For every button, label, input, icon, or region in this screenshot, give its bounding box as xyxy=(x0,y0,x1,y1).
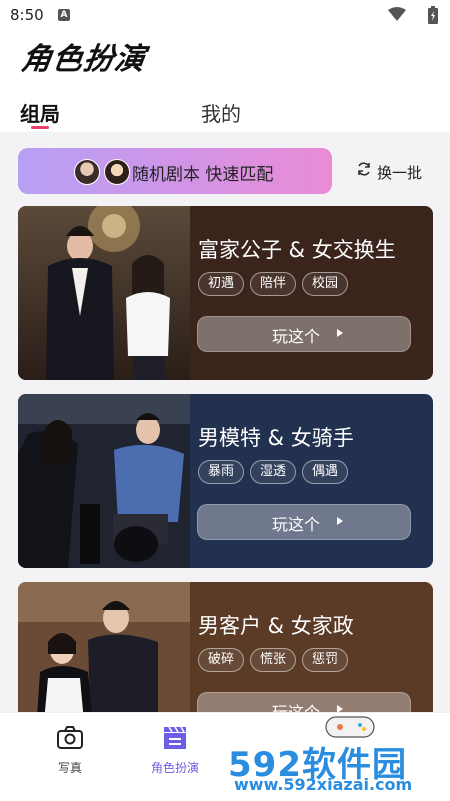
nav-item-roleplay[interactable]: 角色扮演 xyxy=(130,713,220,783)
play-icon xyxy=(337,329,343,337)
refresh-label: 换一批 xyxy=(377,164,423,182)
random-match-label: 随机剧本 快速匹配 xyxy=(132,165,274,185)
tab-bar: 组局 我的 xyxy=(0,94,450,132)
tag: 慌张 xyxy=(250,648,297,672)
watermark-url: www.592xiazai.com xyxy=(234,775,413,794)
status-bar: 8:50 A xyxy=(0,0,450,30)
scenario-card[interactable]: 富家公子 & 女交换生 初遇 陪伴 校园 玩这个 xyxy=(18,206,433,380)
status-time: 8:50 xyxy=(10,6,44,24)
card-image xyxy=(18,582,190,712)
tag-list: 破碎 慌张 惩罚 xyxy=(198,648,354,672)
tag: 湿透 xyxy=(250,460,297,484)
tag: 陪伴 xyxy=(250,272,297,296)
nav-label: 写真 xyxy=(57,761,82,775)
battery-icon xyxy=(428,6,438,24)
tag: 初遇 xyxy=(198,272,245,296)
scenario-card[interactable]: 男客户 & 女家政 破碎慌张惩罚 玩这个 xyxy=(18,582,433,712)
play-label: 玩这个 xyxy=(272,327,321,346)
tag: 破碎 xyxy=(198,648,245,672)
notification-icon: A xyxy=(58,9,70,21)
scenario-card[interactable]: 男模特 & 女骑手 暴雨 湿透 偶遇 玩这个 xyxy=(18,394,433,568)
tag: 校园 xyxy=(302,272,349,296)
card-title: 男客户 & 女家政 xyxy=(198,614,354,638)
play-button[interactable]: 玩这个 xyxy=(197,316,411,352)
tag: 惩罚 xyxy=(302,648,349,672)
tag: 暴雨 xyxy=(198,460,245,484)
card-image xyxy=(18,206,190,380)
card-title: 男模特 & 女骑手 xyxy=(198,426,354,450)
nav-label: 角色扮演 xyxy=(150,761,199,775)
play-button[interactable]: 玩这个 xyxy=(197,504,411,540)
clapperboard-icon xyxy=(164,726,186,749)
avatar xyxy=(104,159,130,185)
refresh-icon xyxy=(358,162,370,176)
play-icon xyxy=(337,517,343,525)
app-title: 角色扮演 xyxy=(19,42,148,77)
tab-active-indicator xyxy=(31,126,49,129)
camera-icon xyxy=(57,726,83,749)
tab-mine[interactable]: 我的 xyxy=(201,98,241,127)
tag-list: 初遇 陪伴 校园 xyxy=(198,272,354,296)
tag-list: 暴雨 湿透 偶遇 xyxy=(198,460,354,484)
avatar xyxy=(74,159,100,185)
watermark: 592软件园 www.592xiazai.com xyxy=(220,715,450,800)
wifi-icon xyxy=(388,7,406,21)
nav-item-photo[interactable]: 写真 xyxy=(25,713,115,783)
gamepad-icon xyxy=(325,716,375,738)
tag: 偶遇 xyxy=(302,460,349,484)
play-label: 玩这个 xyxy=(272,515,321,534)
main-content: 随机剧本 快速匹配 换一批 富家公子 & 女交换生 初遇 陪伴 校园 玩这个 男… xyxy=(0,132,450,712)
tab-group[interactable]: 组局 xyxy=(20,98,60,127)
card-image xyxy=(18,394,190,568)
random-match-button[interactable]: 随机剧本 快速匹配 xyxy=(18,148,332,194)
card-title: 富家公子 & 女交换生 xyxy=(198,238,396,262)
play-button[interactable]: 玩这个 xyxy=(197,692,411,712)
play-label: 玩这个 xyxy=(272,699,320,712)
